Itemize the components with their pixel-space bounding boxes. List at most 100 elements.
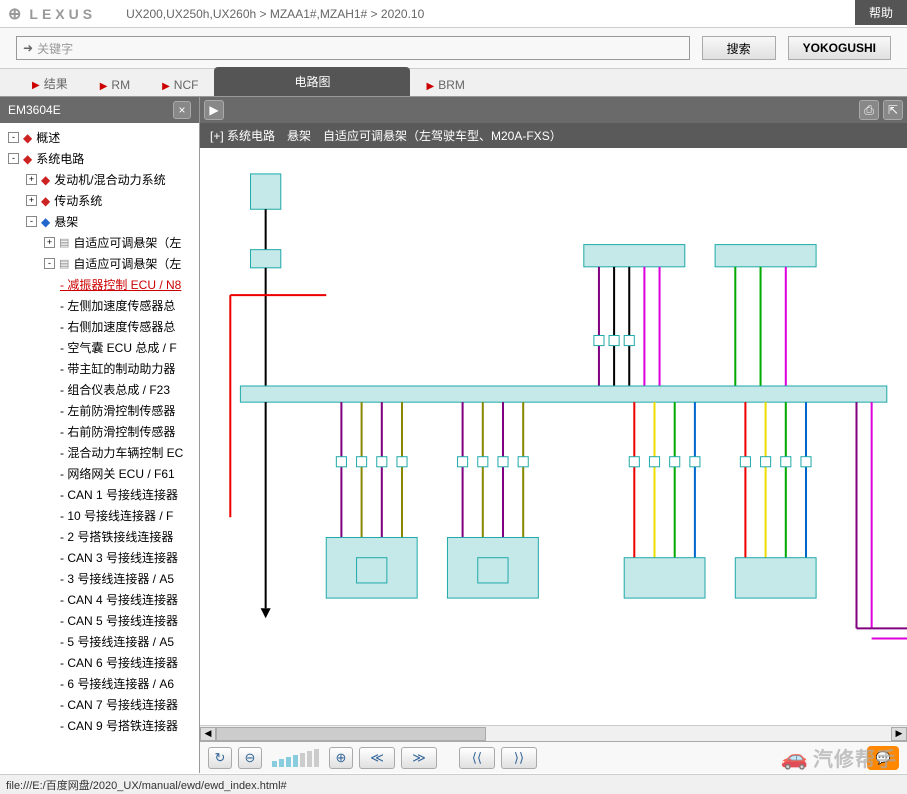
tree-item[interactable]: - CAN 9 号搭铁连接器	[0, 715, 199, 736]
tab-bar: ▶结果 ▶RM ▶NCF 电路图 ▶BRM	[0, 69, 907, 97]
tree-label: - CAN 6 号接线连接器	[60, 654, 178, 671]
nav-tree[interactable]: -◆概述-◆系统电路+◆发动机/混合动力系统+◆传动系统-◆悬架+▤自适应可调悬…	[0, 123, 199, 773]
tab-result[interactable]: ▶结果	[16, 71, 84, 96]
tree-item[interactable]: - 网络网关 ECU / F61	[0, 463, 199, 484]
book-icon: ◆	[41, 215, 50, 229]
doc-icon: ▤	[59, 236, 69, 249]
tree-item[interactable]: - 6 号接线连接器 / A6	[0, 673, 199, 694]
book-icon: ◆	[23, 131, 32, 145]
play-button[interactable]: ▶	[204, 100, 224, 120]
help-button[interactable]: 帮助	[855, 0, 907, 25]
sidebar-header: EM3604E ×	[0, 97, 199, 123]
sidebar: EM3604E × -◆概述-◆系统电路+◆发动机/混合动力系统+◆传动系统-◆…	[0, 97, 200, 773]
tree-item[interactable]: - 10 号接线连接器 / F	[0, 505, 199, 526]
tree-label: - 减振器控制 ECU / N8	[60, 276, 181, 293]
tree-label: - CAN 9 号搭铁连接器	[60, 717, 178, 734]
tree-label: - 2 号搭铁接线连接器	[60, 528, 173, 545]
prev-page-button[interactable]: ⟨⟨	[459, 747, 495, 769]
tree-label: - 空气囊 ECU 总成 / F	[60, 339, 177, 356]
tree-item[interactable]: - CAN 4 号接线连接器	[0, 589, 199, 610]
tree-label: - 混合动力车辆控制 EC	[60, 444, 183, 461]
tree-item[interactable]: - 减振器控制 ECU / N8	[0, 274, 199, 295]
tree-item[interactable]: - CAN 7 号接线连接器	[0, 694, 199, 715]
expand-icon[interactable]: +	[26, 195, 37, 206]
tree-item[interactable]: - 混合动力车辆控制 EC	[0, 442, 199, 463]
tree-label: 发动机/混合动力系统	[54, 171, 165, 188]
tree-label: - CAN 1 号接线连接器	[60, 486, 178, 503]
first-page-button[interactable]: ≪	[359, 747, 395, 769]
sidebar-title: EM3604E	[8, 103, 61, 117]
breadcrumb: UX200,UX250h,UX260h > MZAA1#,MZAH1# > 20…	[126, 7, 424, 21]
tree-item[interactable]: - CAN 3 号接线连接器	[0, 547, 199, 568]
tree-label: - 组合仪表总成 / F23	[60, 381, 170, 398]
tree-label: - 左侧加速度传感器总	[60, 297, 175, 314]
tab-rm[interactable]: ▶RM	[84, 74, 146, 96]
refresh-button[interactable]: ↻	[208, 747, 232, 769]
tree-item[interactable]: -◆ 系统电路	[0, 148, 199, 169]
h-scrollbar[interactable]: ◀ ▶	[200, 725, 907, 741]
tree-label: 概述	[36, 129, 60, 146]
tree-item[interactable]: - 组合仪表总成 / F23	[0, 379, 199, 400]
next-page-button[interactable]: ⟩⟩	[501, 747, 537, 769]
tree-item[interactable]: - 5 号接线连接器 / A5	[0, 631, 199, 652]
tab-ewd[interactable]: 电路图	[214, 67, 410, 96]
tree-item[interactable]: - 2 号搭铁接线连接器	[0, 526, 199, 547]
tree-item[interactable]: +◆传动系统	[0, 190, 199, 211]
diagram-toolbar: ▶ ⎙ ⇱	[200, 97, 907, 123]
expand-icon[interactable]: +	[44, 237, 55, 248]
tree-item[interactable]: -◆ 概述	[0, 127, 199, 148]
sidebar-close-button[interactable]: ×	[173, 101, 191, 119]
tab-ncf[interactable]: ▶NCF	[146, 74, 214, 96]
export-button[interactable]: ⇱	[883, 100, 903, 120]
status-bar: file:///E:/百度网盘/2020_UX/manual/ewd/ewd_i…	[0, 774, 907, 794]
yokogushi-button[interactable]: YOKOGUSHI	[788, 36, 891, 60]
tree-label: 自适应可调悬架（左	[73, 255, 181, 272]
car-icon: 🚗	[781, 745, 809, 771]
logo: ⊕LEXUS	[8, 4, 96, 24]
scroll-right-button[interactable]: ▶	[891, 727, 907, 741]
tree-item[interactable]: - 左前防滑控制传感器	[0, 400, 199, 421]
expand-icon[interactable]: +	[26, 174, 37, 185]
main-content: EM3604E × -◆概述-◆系统电路+◆发动机/混合动力系统+◆传动系统-◆…	[0, 97, 907, 773]
tree-item[interactable]: -▤ 自适应可调悬架（左	[0, 253, 199, 274]
book-icon: ◆	[41, 173, 50, 187]
tree-item[interactable]: + ◆ 发动机/混合动力系统	[0, 169, 199, 190]
book-icon: ◆	[41, 194, 50, 208]
zoom-level-indicator[interactable]	[268, 749, 323, 767]
tree-label: - 网络网关 ECU / F61	[60, 465, 175, 482]
tree-item[interactable]: - CAN 1 号接线连接器	[0, 484, 199, 505]
scroll-left-button[interactable]: ◀	[200, 727, 216, 741]
tree-item[interactable]: - 左侧加速度传感器总	[0, 295, 199, 316]
tree-label: - 6 号接线连接器 / A6	[60, 675, 174, 692]
doc-icon: ▤	[59, 257, 69, 270]
last-page-button[interactable]: ≫	[401, 747, 437, 769]
tree-item[interactable]: - 3 号接线连接器 / A5	[0, 568, 199, 589]
tab-brm[interactable]: ▶BRM	[410, 74, 480, 96]
book-icon: ◆	[23, 152, 32, 166]
tree-item[interactable]: - 右侧加速度传感器总	[0, 316, 199, 337]
expand-icon[interactable]: -	[44, 258, 55, 269]
search-button[interactable]: 搜索	[702, 36, 776, 60]
tree-label: - CAN 3 号接线连接器	[60, 549, 178, 566]
expand-icon[interactable]: -	[8, 153, 19, 164]
print-button[interactable]: ⎙	[859, 100, 879, 120]
tree-label: - 右侧加速度传感器总	[60, 318, 175, 335]
tree-item[interactable]: - 带主缸的制动助力器	[0, 358, 199, 379]
tree-item[interactable]: - CAN 5 号接线连接器	[0, 610, 199, 631]
tree-item[interactable]: +▤自适应可调悬架（左	[0, 232, 199, 253]
tree-item[interactable]: - CAN 6 号接线连接器	[0, 652, 199, 673]
zoom-in-button[interactable]: ⊕	[329, 747, 353, 769]
tree-label: - 5 号接线连接器 / A5	[60, 633, 174, 650]
circuit-diagram[interactable]	[200, 148, 907, 725]
expand-icon[interactable]: -	[8, 132, 19, 143]
tree-label: - CAN 4 号接线连接器	[60, 591, 178, 608]
expand-icon[interactable]: -	[26, 216, 37, 227]
tree-label: 系统电路	[36, 150, 84, 167]
search-input[interactable]: ➜ 关键字	[16, 36, 690, 60]
tree-item[interactable]: - 空气囊 ECU 总成 / F	[0, 337, 199, 358]
tree-label: 悬架	[54, 213, 78, 230]
tree-item[interactable]: - 右前防滑控制传感器	[0, 421, 199, 442]
zoom-out-button[interactable]: ⊖	[238, 747, 262, 769]
tree-item[interactable]: -◆ 悬架	[0, 211, 199, 232]
diagram-area: ▶ ⎙ ⇱ [+] 系统电路 悬架 自适应可调悬架（左驾驶车型、M20A-FXS…	[200, 97, 907, 773]
